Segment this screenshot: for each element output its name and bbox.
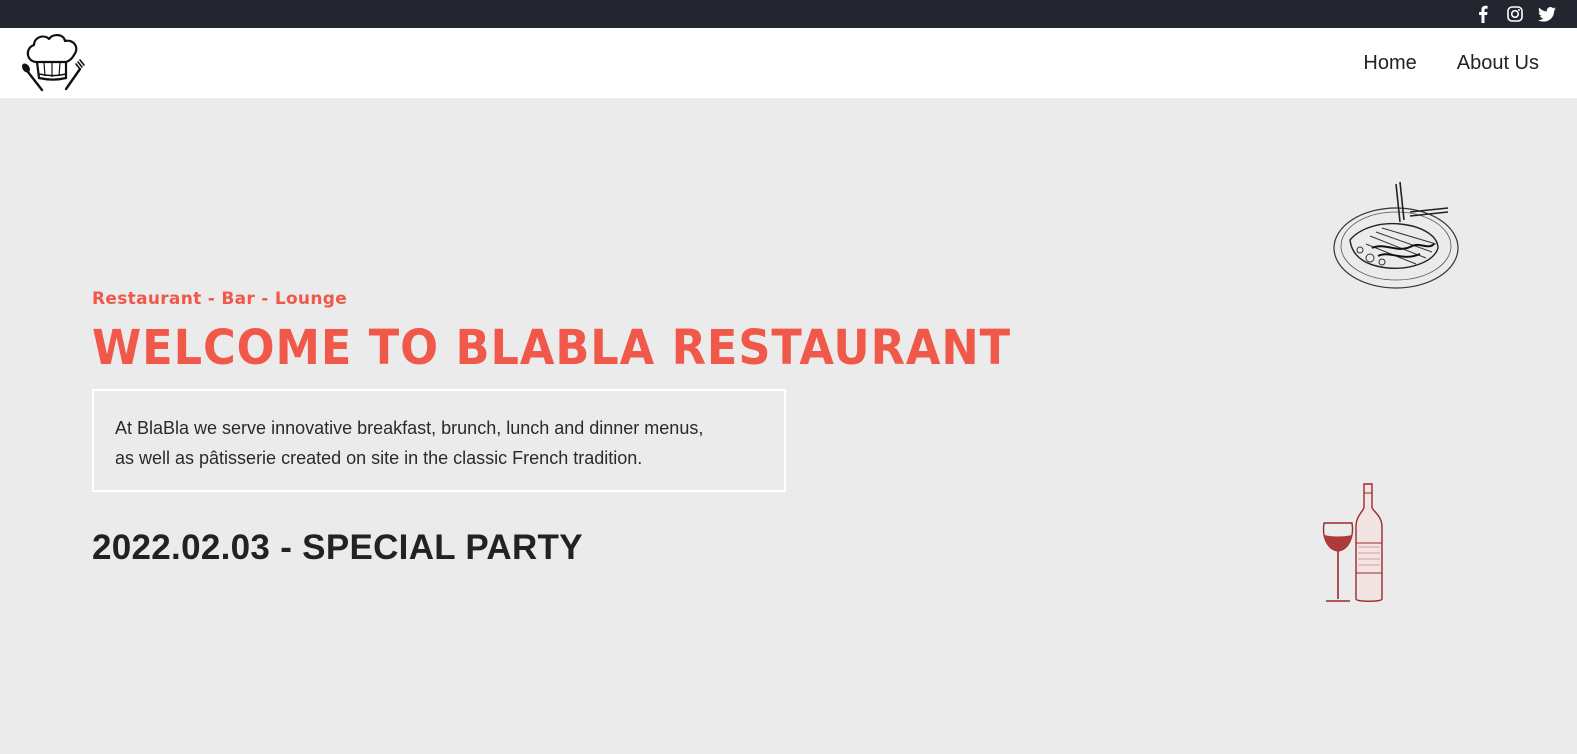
nav-about-us-link[interactable]: About Us [1457,52,1539,75]
steak-plate-illustration [1330,178,1462,294]
facebook-icon[interactable] [1473,4,1493,24]
hero-description-box: At BlaBla we serve innovative breakfast,… [92,389,786,492]
wine-bottle-glass-illustration [1318,481,1390,605]
twitter-icon[interactable] [1537,4,1557,24]
top-bar [0,0,1577,28]
hero-subtitle: Restaurant - Bar - Lounge [92,289,348,309]
event-heading: 2022.02.03 - SPECIAL PARTY [92,528,583,567]
social-links [1473,4,1557,24]
hero-description-line-2: as well as pâtisserie created on site in… [115,448,643,468]
hero-title: WELCOME TO BLABLA RESTAURANT [92,320,1012,376]
hero-description-line-1: At BlaBla we serve innovative breakfast,… [115,418,704,438]
nav-home-link[interactable]: Home [1363,52,1416,75]
instagram-icon[interactable] [1505,4,1525,24]
main-navbar: Home About Us [0,28,1577,98]
main-nav: Home About Us [1363,28,1539,98]
chef-hat-logo[interactable] [20,32,88,92]
